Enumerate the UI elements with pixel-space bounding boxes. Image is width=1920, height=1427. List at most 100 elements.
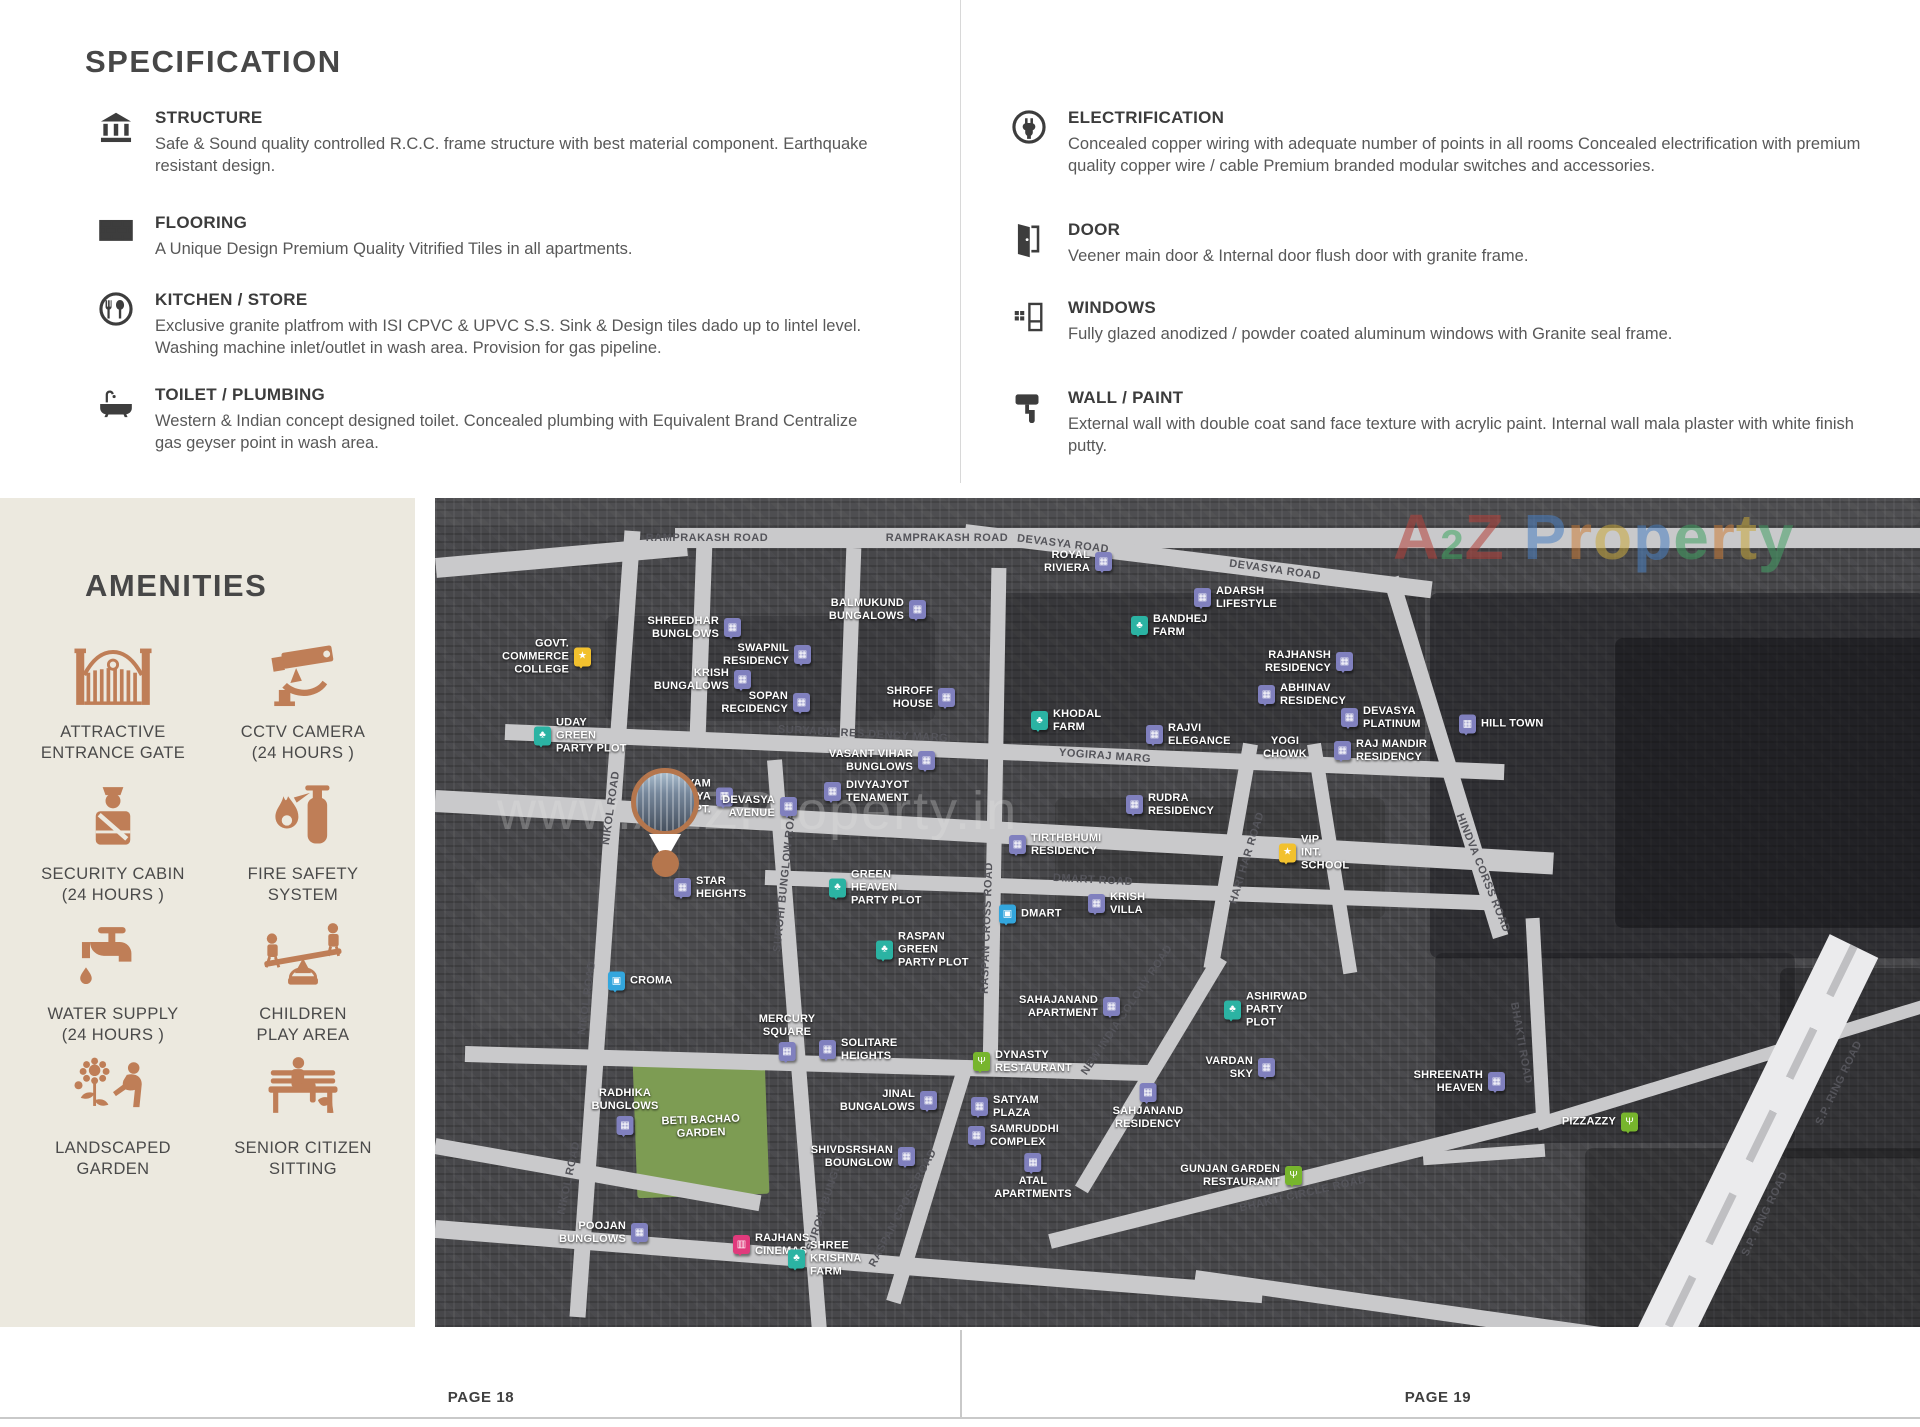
map-place-label: RUDRA RESIDENCY xyxy=(1148,792,1214,818)
spec-text: External wall with double coat sand face… xyxy=(1068,413,1873,457)
map-place-shivdsrshan-bounglow: SHIVDSRSHAN BOUNGLOW▦ xyxy=(811,1144,915,1170)
map-place-label: SWAPNIL RESIDENCY xyxy=(723,642,789,668)
building-marker-icon: ▦ xyxy=(1334,742,1351,761)
map-place-label: SAHJANAND RESIDENCY xyxy=(1113,1105,1184,1131)
logo-letter: p xyxy=(1633,501,1673,573)
amenity-cctv-camera: CCTV CAMERA (24 HOURS ) xyxy=(208,628,398,765)
building-marker-icon: ▦ xyxy=(724,619,741,638)
map-place-label: GUNJAN GARDEN RESTAURANT xyxy=(1180,1163,1280,1189)
building-marker-icon: ▦ xyxy=(1024,1153,1041,1172)
map-place-divyajyot-tenament: ▦DIVYAJYOT TENAMENT xyxy=(824,779,909,805)
location-map: BETI BACHAO GARDEN www.A2ZProperty.in A2… xyxy=(435,498,1920,1327)
map-place-shreenath-heaven: SHREENATH HEAVEN▦ xyxy=(1414,1069,1505,1095)
map-place-yogi-chowk: YOGI CHOWK xyxy=(1263,735,1307,761)
bench-icon xyxy=(208,1044,398,1130)
spec-heading: STRUCTURE xyxy=(155,108,870,128)
map-place-label: RAJVI ELEGANCE xyxy=(1168,722,1231,748)
logo-letter xyxy=(1505,501,1524,573)
map-place-tirthbhumi-residency: ▦TIRTHBHUMI RESIDENCY xyxy=(1009,832,1101,858)
garden-label: BETI BACHAO GARDEN xyxy=(661,1113,740,1142)
map-place-label: KHODAL FARM xyxy=(1053,708,1101,734)
map-place-mercury-square: MERCURY SQUARE▦ xyxy=(759,1013,816,1061)
map-place-label: SHROFF HOUSE xyxy=(887,685,933,711)
map-place-label: DIVYAJYOT TENAMENT xyxy=(846,779,909,805)
map-place-label: HILL TOWN xyxy=(1481,718,1544,731)
building-marker-icon: ▦ xyxy=(1488,1073,1505,1092)
map-place-dynasty-restaurant: Ψ DYNASTY RESTAURANT xyxy=(973,1049,1072,1075)
map-place-shreedhar-bunglows: SHREEDHAR BUNGLOWS ▦ xyxy=(648,615,741,641)
amenity-label: WATER SUPPLY (24 HOURS ) xyxy=(18,1004,208,1047)
bank-icon xyxy=(95,108,137,177)
logo-letter: r xyxy=(1567,501,1593,573)
map-place-bandhej-farm: ♣ BANDHEJ FARM xyxy=(1131,613,1208,639)
spec-item-wall-paint: WALL / PAINT External wall with double c… xyxy=(1008,388,1888,457)
spec-heading: DOOR xyxy=(1068,220,1873,240)
map-place-label: KRISH VILLA xyxy=(1110,891,1145,917)
map-place-label: VIP INT. SCHOOL xyxy=(1301,834,1349,873)
map-place-label: SHREEDHAR BUNGLOWS xyxy=(648,615,719,641)
map-place-devasya-avenue: DEVASYA AVENUE▦ xyxy=(722,794,797,820)
building-marker-icon: ▦ xyxy=(734,671,751,690)
map-place-label: DYNASTY RESTAURANT xyxy=(995,1049,1072,1075)
road-label-ramprakash-road: RAMPRAKASH ROAD xyxy=(646,532,768,544)
map-place-shroff-house: SHROFF HOUSE▦ xyxy=(887,685,955,711)
restaurant-marker-icon: Ψ xyxy=(973,1053,990,1072)
amenity-label: CCTV CAMERA (24 HOURS ) xyxy=(208,722,398,765)
park-marker-icon: ♣ xyxy=(1131,617,1148,636)
map-place-govt-commerce-college: GOVT. COMMERCE COLLEGE★ xyxy=(502,638,591,677)
property-photo-marker xyxy=(631,768,699,836)
map-place-hill-town: ▦HILL TOWN xyxy=(1459,715,1544,734)
spec-heading: WINDOWS xyxy=(1068,298,1873,318)
bricks-icon xyxy=(95,213,137,260)
page-number-left: PAGE 18 xyxy=(426,1389,536,1406)
building-marker-icon: ▦ xyxy=(1258,1059,1275,1078)
map-place-satyam-plaza: ▦SATYAM PLAZA xyxy=(971,1094,1039,1120)
map-place-dmart: ▣DMART xyxy=(999,905,1062,924)
amenity-water-supply: WATER SUPPLY (24 HOURS ) xyxy=(18,910,208,1047)
park-marker-icon: ♣ xyxy=(788,1250,805,1269)
map-place-khodal-farm: ♣KHODAL FARM xyxy=(1031,708,1101,734)
map-place-swapnil-residency: SWAPNIL RESIDENCY▦ xyxy=(723,642,811,668)
amenity-security-cabin: SECURITY CABIN (24 HOURS ) xyxy=(18,770,208,907)
amenity-entrance-gate: ATTRACTIVE ENTRANCE GATE xyxy=(18,628,208,765)
park-marker-icon: ♣ xyxy=(534,727,551,746)
map-place-label: ADARSH LIFESTYLE xyxy=(1216,585,1277,611)
spec-text: Fully glazed anodized / powder coated al… xyxy=(1068,323,1873,345)
map-place-rajhansh-residency: RAJHANSH RESIDENCY▦ xyxy=(1265,649,1353,675)
page-number-right: PAGE 19 xyxy=(1383,1389,1493,1406)
amenities-title: AMENITIES xyxy=(85,568,267,604)
security-guard-icon xyxy=(18,770,208,856)
spec-item-flooring: FLOORING A Unique Design Premium Quality… xyxy=(95,213,875,260)
map-place-rudra-residency: ▦RUDRA RESIDENCY xyxy=(1126,792,1214,818)
map-place-vip-int-school: ★VIP INT. SCHOOL xyxy=(1279,834,1349,873)
logo-letter: t xyxy=(1736,501,1758,573)
map-place-abhinav-residency: ▦ABHINAV RESIDENCY xyxy=(1258,682,1346,708)
logo-letter: P xyxy=(1523,501,1567,573)
school-marker-icon: ★ xyxy=(574,648,591,667)
building-marker-icon: ▦ xyxy=(909,601,926,620)
map-place-star-heights: ▦STAR HEIGHTS xyxy=(674,875,746,901)
map-place-label: RASPAN GREEN PARTY PLOT xyxy=(898,931,969,970)
map-place-label: ROYAL RIVIERA xyxy=(1044,549,1090,575)
map-place-sahjanand-residency: ▦SAHJANAND RESIDENCY xyxy=(1113,1083,1184,1131)
map-place-atal-apartments: ▦ATAL APARTMENTS xyxy=(994,1153,1072,1201)
map-place-adarsh-lifestyle: ▦ADARSH LIFESTYLE xyxy=(1194,585,1277,611)
map-place-rajvi-elegance: ▦RAJVI ELEGANCE xyxy=(1146,722,1231,748)
spec-item-windows: WINDOWS Fully glazed anodized / powder c… xyxy=(1008,298,1888,345)
spec-text: Safe & Sound quality controlled R.C.C. f… xyxy=(155,133,870,177)
building-marker-icon: ▦ xyxy=(968,1127,985,1146)
amenity-label: ATTRACTIVE ENTRANCE GATE xyxy=(18,722,208,765)
map-place-pizzazzy: PIZZAZZYΨ xyxy=(1562,1113,1638,1132)
map-place-samruddhi-complex: ▦SAMRUDDHI COMPLEX xyxy=(968,1123,1059,1149)
map-place-jinal-bungalows: JINAL BUNGALOWS▦ xyxy=(840,1088,937,1114)
amenity-fire-safety: FIRE SAFETY SYSTEM xyxy=(208,770,398,907)
building-marker-icon: ▦ xyxy=(918,752,935,771)
map-place-label: GREEN HEAVEN PARTY PLOT xyxy=(851,869,922,908)
map-place-label: BANDHEJ FARM xyxy=(1153,613,1208,639)
spec-item-toilet-plumbing: TOILET / PLUMBING Western & Indian conce… xyxy=(95,385,875,454)
logo-letter: e xyxy=(1673,501,1710,573)
footer-rule xyxy=(0,1417,1920,1419)
map-place-label: RAJHANSH RESIDENCY xyxy=(1265,649,1331,675)
building-marker-icon: ▦ xyxy=(920,1092,937,1111)
fire-extinguisher-icon xyxy=(208,770,398,856)
